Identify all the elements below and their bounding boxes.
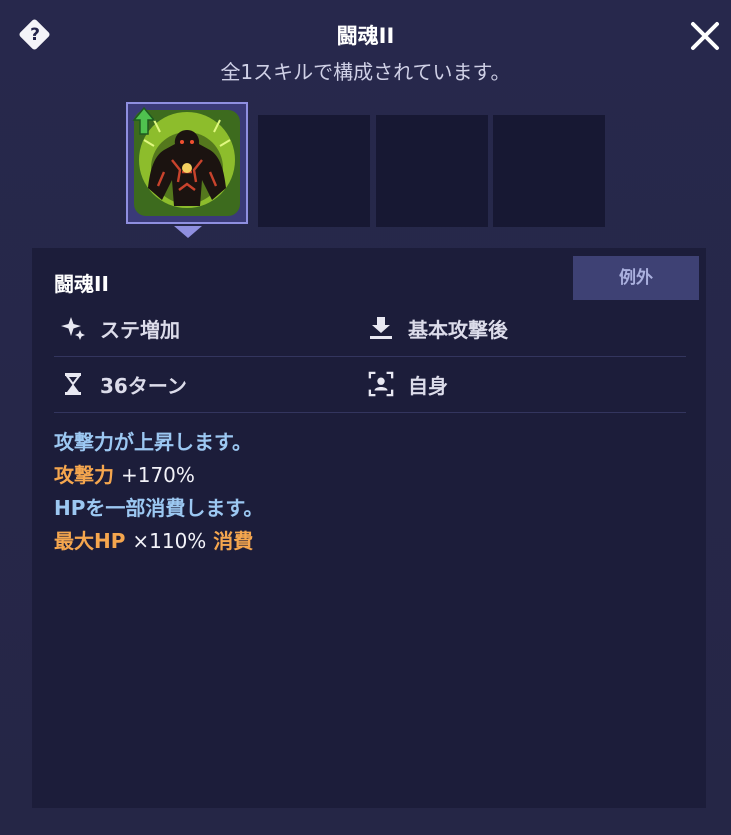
download-arrow-icon [368,315,394,341]
green-up-arrow-icon [132,106,156,135]
target: 自身 [368,356,448,412]
description-line: 攻撃力が上昇します。 [54,430,252,454]
skill-slot-empty[interactable] [376,115,488,227]
effect-type: ステ増加 [60,300,180,356]
page-subtitle: 全1スキルで構成されています。 [220,60,511,84]
stat-suffix: 消費 [213,529,254,553]
skill-name: 闘魂II [54,272,109,296]
stat-label: 攻撃力 [54,463,114,487]
skill-slot-empty[interactable] [493,115,605,227]
description-line: 最大HP ×110% 消費 [54,525,263,558]
description-line: HPを一部消費します。 [54,496,264,520]
close-button[interactable] [686,17,724,55]
selected-slot-pointer [174,226,202,238]
stat-label: 最大HP [54,529,126,553]
duration: 36ターン [60,356,187,412]
trigger-timing: 基本攻撃後 [368,300,508,356]
skill-detail-panel: ? 闘魂II 全1スキルで構成されています。 例外 闘魂II ステ増加 基本攻撃… [0,0,731,835]
duration-label: 36ターン [100,373,187,398]
hourglass-icon [60,371,86,397]
skill-info-row: 36ターン 自身 [54,356,686,413]
page-title: 闘魂II [336,24,395,48]
stat-value: ×110% [132,529,207,553]
sparkle-buff-icon [60,315,86,341]
self-target-icon [368,371,394,397]
exception-tag: 例外 [573,256,699,300]
stat-value: +170% [120,463,195,487]
skill-slot-selected[interactable] [126,102,248,224]
skill-slot-empty[interactable] [258,115,370,227]
trigger-timing-label: 基本攻撃後 [408,317,508,342]
effect-type-label: ステ増加 [100,317,180,342]
description-line: 攻撃力 +170% [54,459,263,492]
skill-info-row: ステ増加 基本攻撃後 [54,300,686,357]
skill-description: 攻撃力が上昇します。 攻撃力 +170% HPを一部消費します。 最大HP ×1… [54,426,263,558]
close-icon [691,22,719,50]
skill-detail-box: 例外 闘魂II ステ増加 基本攻撃後 36ターン 自身 攻撃力が上昇します。 攻… [32,248,706,808]
target-label: 自身 [408,373,448,398]
